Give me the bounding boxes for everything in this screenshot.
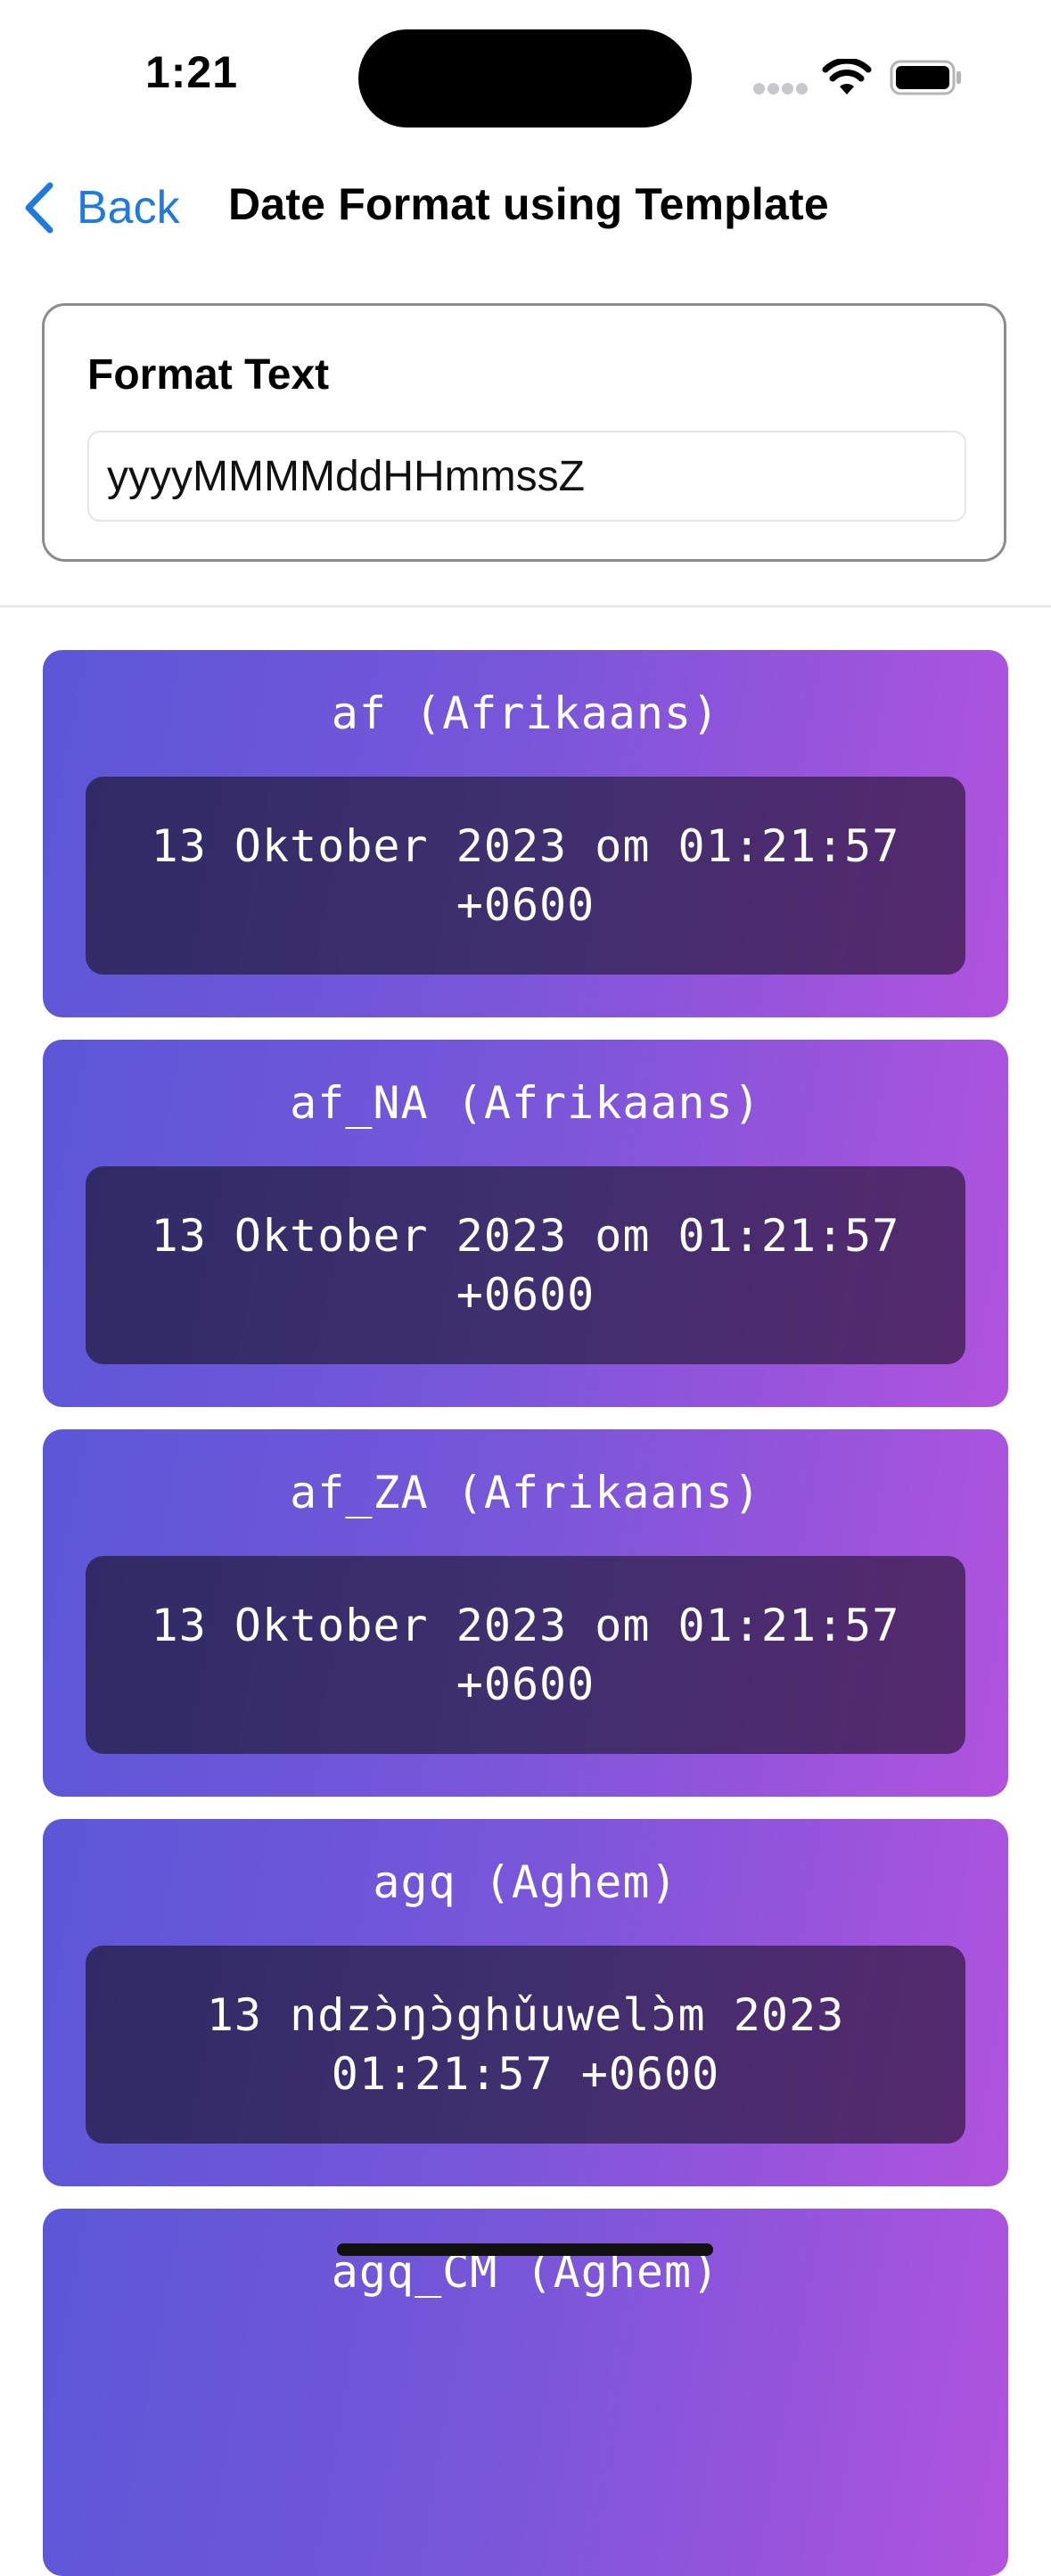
status-time: 1:21 [144,47,239,97]
format-text-input[interactable] [87,431,966,522]
locale-card: agq (Aghem) 13 ndzɔ̀ŋɔ̀ghǔuwelɔ̀m 2023 0… [43,1819,1008,2186]
formatted-date: 13 Oktober 2023 om 01:21:57 +0600 [151,820,900,931]
navigation-bar: Back Date Format using Template [0,152,1051,259]
chevron-left-icon [25,182,53,234]
divider [0,605,1051,607]
locale-name: af_ZA (Afrikaans) [290,1467,761,1518]
status-bar: 1:21 [0,0,1051,152]
locale-card: agq_CM (Aghem) [43,2209,1008,2576]
battery-icon [890,60,961,95]
locale-card: af (Afrikaans) 13 Oktober 2023 om 01:21:… [43,650,1008,1017]
wifi-icon [822,59,872,95]
back-label: Back [77,182,180,234]
format-text-label: Format Text [87,351,330,399]
locale-name: af_NA (Afrikaans) [290,1077,761,1129]
cellular-signal-icon [753,83,808,95]
formatted-date: 13 ndzɔ̀ŋɔ̀ghǔuwelɔ̀m 2023 01:21:57 +060… [206,1989,845,2100]
formatted-date-box: 13 Oktober 2023 om 01:21:57 +0600 [86,1166,965,1364]
locale-name: agq (Aghem) [373,1856,678,1908]
locale-card: af_ZA (Afrikaans) 13 Oktober 2023 om 01:… [43,1429,1008,1797]
dynamic-island [358,29,692,128]
home-indicator[interactable] [337,2243,713,2256]
format-text-card: Format Text [42,303,1006,562]
page-title: Date Format using Template [228,179,829,229]
locale-card: af_NA (Afrikaans) 13 Oktober 2023 om 01:… [43,1040,1008,1407]
locale-name: af (Afrikaans) [331,687,720,739]
formatted-date-box: 13 ndzɔ̀ŋɔ̀ghǔuwelɔ̀m 2023 01:21:57 +060… [86,1946,965,2144]
formatted-date-box: 13 Oktober 2023 om 01:21:57 +0600 [86,777,965,975]
formatted-date-box: 13 Oktober 2023 om 01:21:57 +0600 [86,1556,965,1754]
back-button[interactable]: Back [21,175,180,241]
formatted-date: 13 Oktober 2023 om 01:21:57 +0600 [151,1210,900,1321]
formatted-date: 13 Oktober 2023 om 01:21:57 +0600 [151,1600,900,1710]
